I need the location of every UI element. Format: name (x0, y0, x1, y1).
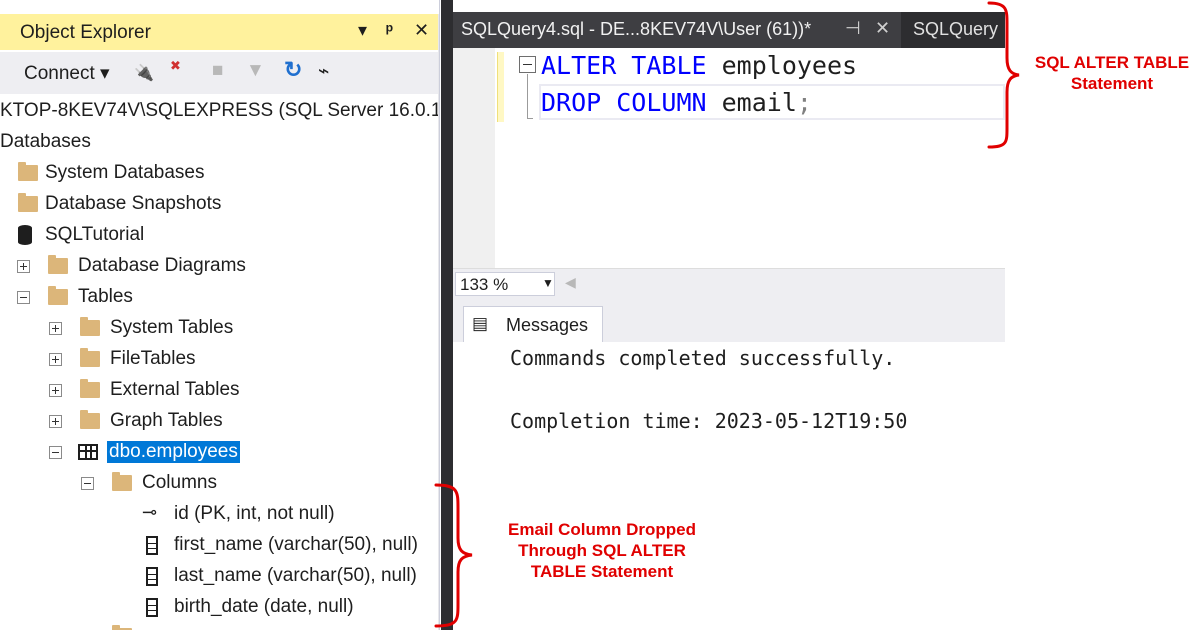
folder-icon (48, 286, 68, 305)
stop-icon[interactable]: ■ (212, 60, 223, 82)
messages-icon: ▤ (472, 314, 489, 333)
tab-close-icon[interactable]: ✕ (875, 18, 890, 39)
zoom-value: 133 % (460, 275, 509, 294)
column-icon (146, 567, 158, 586)
refresh-icon[interactable]: ↻ (284, 57, 302, 83)
folder-icon (80, 410, 100, 429)
tree-item-label: SQLTutorial (45, 224, 145, 245)
tab-messages[interactable]: ▤ Messages (463, 306, 603, 342)
change-tracking-margin (497, 52, 504, 122)
expand-icon[interactable] (49, 353, 62, 366)
tree-item-label: Database Snapshots (45, 193, 222, 214)
tree-item-label: Databases (0, 131, 91, 152)
column-icon (146, 536, 158, 555)
column-icon (146, 598, 158, 617)
folder-icon (112, 472, 132, 491)
sql-identifier: employees (706, 51, 858, 80)
expand-icon[interactable] (49, 415, 62, 428)
tree-item-dbo-employees[interactable]: dbo.employees (0, 437, 260, 467)
code-line-2: DROP COLUMN email; (541, 88, 812, 117)
collapse-icon[interactable] (17, 291, 30, 304)
sql-keyword: ALTER TABLE (541, 51, 707, 80)
annotation-line: SQL ALTER TABLE (1034, 53, 1190, 72)
tree-item-label: FileTables (110, 348, 196, 369)
tree-item-label: birth_date (date, null) (174, 596, 354, 617)
close-icon[interactable]: ✕ (414, 20, 429, 41)
message-line: Completion time: 2023-05-12T19:50 (510, 409, 908, 433)
tab-sqlquery4[interactable]: SQLQuery4.sql - DE...8KEV74V\User (61))*… (453, 12, 901, 48)
sql-code-editor[interactable]: ALTER TABLE employees DROP COLUMN email; (453, 48, 1005, 268)
folder-icon (18, 162, 38, 181)
disconnect-icon[interactable]: ✖ (170, 58, 181, 74)
document-tab-strip: SQLQuery4.sql - DE...8KEV74V\User (61))*… (453, 12, 1005, 48)
window-position-icon[interactable]: ▾ (358, 20, 367, 41)
expand-icon[interactable] (49, 384, 62, 397)
filter-icon[interactable]: ▼ (246, 60, 265, 82)
connect-plug-icon[interactable]: 🔌 (134, 63, 154, 83)
top-annotation-brace (987, 1, 1020, 149)
folder-icon (80, 348, 100, 367)
tab-label: SQLQuery4.sql - DE...8KEV74V\User (61))* (461, 19, 812, 39)
annotation-line: Through SQL ALTER (518, 541, 686, 560)
code-collapse-icon[interactable] (519, 56, 536, 73)
collapse-icon[interactable] (49, 446, 62, 459)
bottom-annotation: Email Column Dropped Through SQL ALTER T… (484, 519, 720, 582)
annotation-line: TABLE Statement (530, 562, 674, 581)
tree-item-label: Tables (78, 286, 133, 307)
tab-pin-icon[interactable]: ⊣ (845, 18, 861, 39)
tab-label: Messages (506, 315, 589, 335)
tree-item-label: id (PK, int, not null) (174, 503, 335, 524)
primary-key-icon: ⊸ (142, 502, 158, 522)
tree-item-label: System Tables (110, 317, 234, 338)
folder-icon (80, 379, 100, 398)
object-explorer-toolbar: Connect ▾ 🔌 ✖ ■ ▼ ↻ ⌁ (0, 52, 439, 94)
object-explorer-title-bar: Object Explorer ▾ ᵖ ✕ (0, 14, 439, 50)
expand-icon[interactable] (17, 260, 30, 273)
connect-button[interactable]: Connect ▾ (24, 62, 110, 85)
tree-item-label: System Databases (45, 162, 205, 183)
code-fold-guide (527, 74, 533, 119)
sql-identifier: email (706, 88, 797, 117)
sql-punctuation: ; (796, 88, 812, 117)
tree-item-label: last_name (varchar(50), null) (174, 565, 417, 586)
chevron-down-icon: ▼ (542, 276, 554, 290)
tree-item-label: dbo.employees (107, 441, 240, 463)
database-icon (18, 225, 32, 245)
tree-item-label: Graph Tables (110, 410, 223, 431)
folder-icon (48, 255, 68, 274)
zoom-bar: 133 % ▼ ◀ (453, 268, 1005, 298)
table-icon (78, 444, 98, 460)
folder-icon (18, 193, 38, 212)
messages-output[interactable]: Commands completed successfully. Complet… (453, 342, 1005, 630)
folder-icon (80, 317, 100, 336)
tree-item-label: External Tables (110, 379, 240, 400)
collapse-icon[interactable] (81, 477, 94, 490)
annotation-line: Email Column Dropped (508, 520, 696, 539)
object-explorer-title: Object Explorer (20, 22, 151, 43)
editor-gutter (453, 48, 495, 268)
code-line-1: ALTER TABLE employees (541, 51, 857, 80)
bottom-annotation-brace (434, 483, 473, 628)
tree-item-label: KTOP-8KEV74V\SQLEXPRESS (SQL Server 16.0… (0, 100, 440, 121)
tree-item-label: first_name (varchar(50), null) (174, 534, 418, 555)
expand-icon[interactable] (49, 322, 62, 335)
zoom-dropdown[interactable]: 133 % ▼ (455, 272, 555, 296)
annotation-line: Statement (1070, 74, 1154, 93)
scroll-left-icon[interactable]: ◀ (565, 274, 576, 291)
message-line: Commands completed successfully. (510, 346, 896, 370)
object-explorer-panel: Object Explorer ▾ ᵖ ✕ Connect ▾ 🔌 ✖ ■ ▼ … (0, 0, 440, 630)
tree-item-label: Columns (142, 472, 217, 493)
pin-icon[interactable]: ᵖ (386, 20, 393, 41)
activity-monitor-icon[interactable]: ⌁ (318, 60, 329, 83)
top-annotation: SQL ALTER TABLE Statement (1024, 52, 1200, 94)
sql-keyword: DROP COLUMN (541, 88, 707, 117)
tree-item-label: Database Diagrams (78, 255, 246, 276)
